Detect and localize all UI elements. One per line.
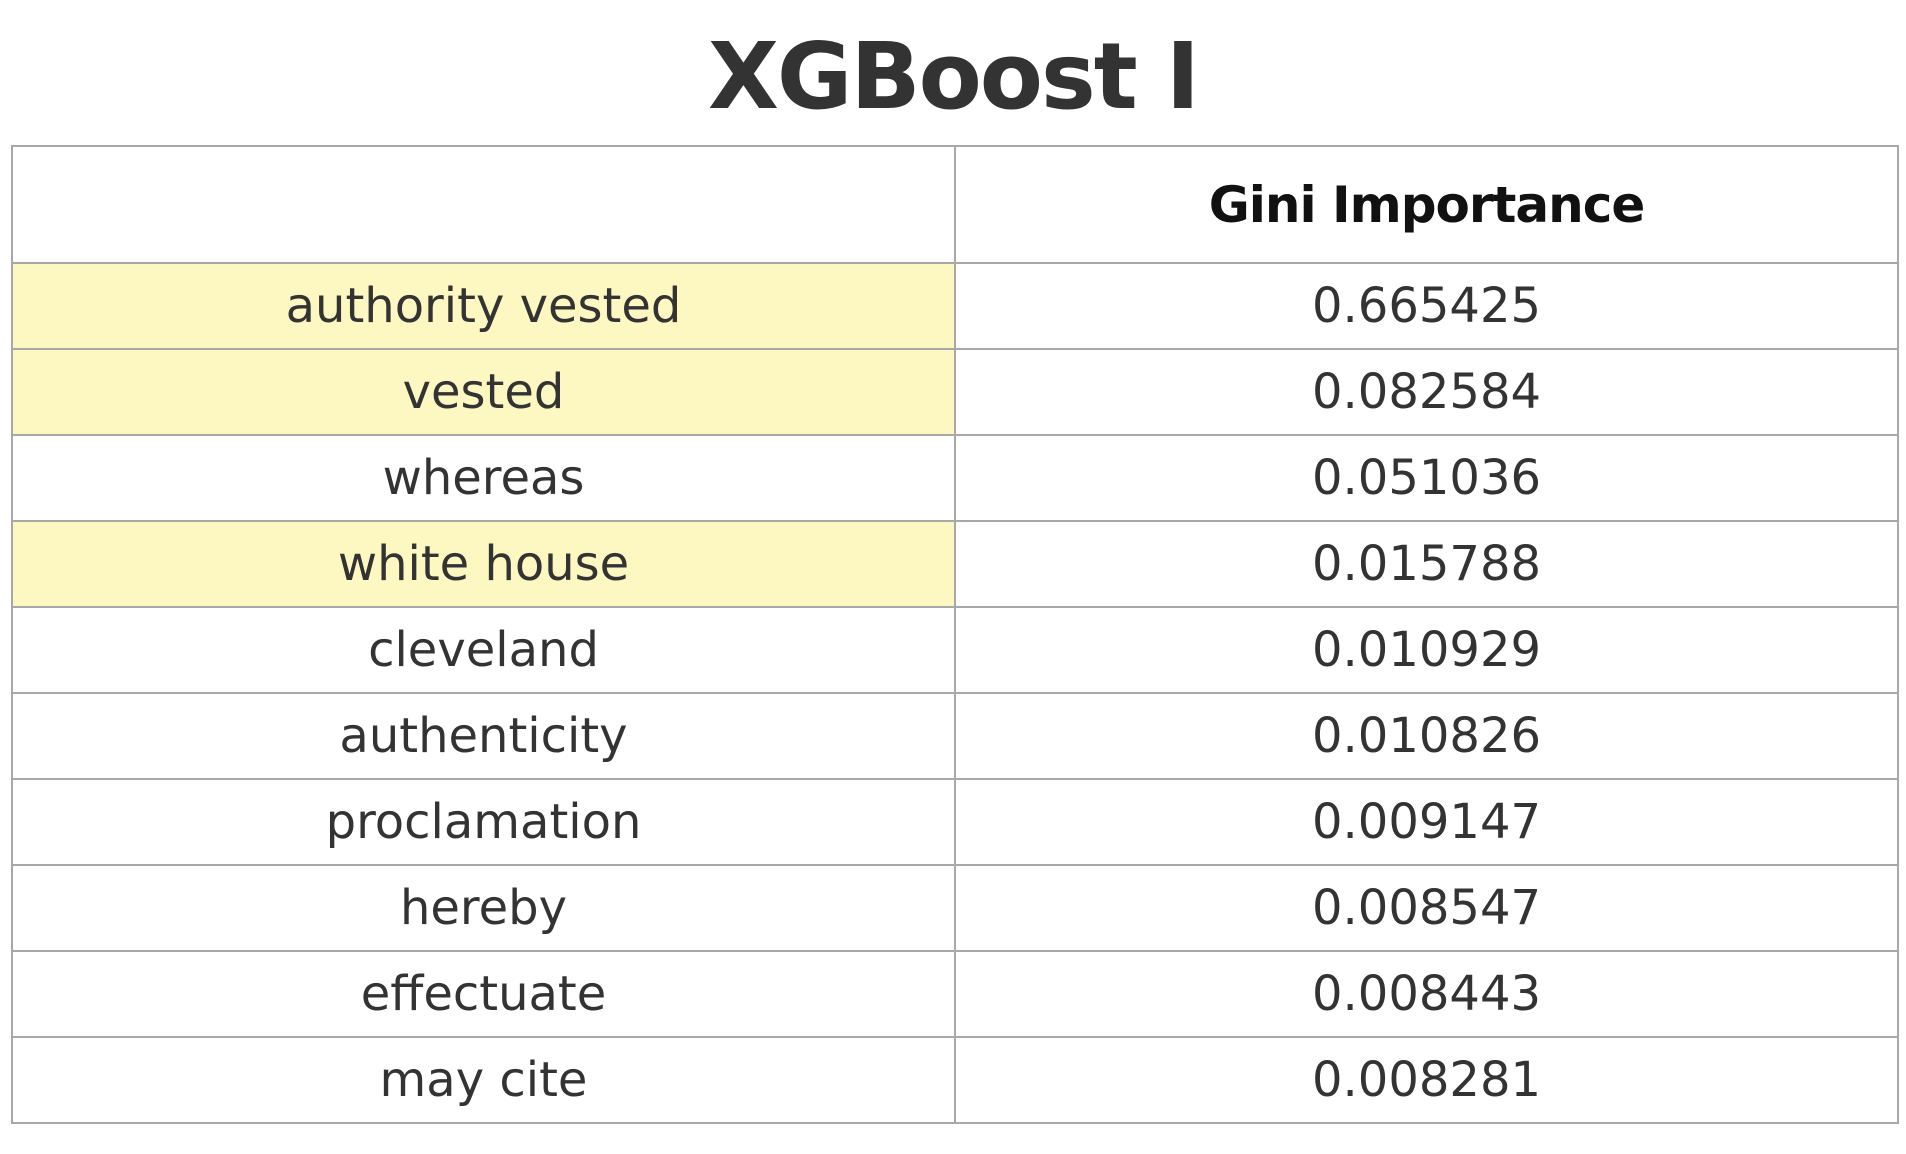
feature-cell: proclamation [11,778,956,866]
table-row: vested 0.082584 [11,348,1899,436]
table-body: authority vested 0.665425 vested 0.082584 wh… [11,262,1899,1124]
gini-importance-cell: 0.051036 [954,434,1899,522]
table-header: Gini Importance [11,145,1899,264]
feature-cell: whereas [11,434,956,522]
table-row: authority vested 0.665425 [11,262,1899,350]
table-row: may cite 0.008281 [11,1036,1899,1124]
feature-cell: cleveland [11,606,956,694]
feature-cell: authenticity [11,692,956,780]
table-row: hereby 0.008547 [11,864,1899,952]
table-row: effectuate 0.008443 [11,950,1899,1038]
gini-importance-cell: 0.082584 [954,348,1899,436]
table-row: authenticity 0.010826 [11,692,1899,780]
header-feature [11,145,956,264]
feature-cell: vested [11,348,956,436]
feature-cell: effectuate [11,950,956,1038]
feature-cell: authority vested [11,262,956,350]
table-row: cleveland 0.010929 [11,606,1899,694]
feature-cell: white house [11,520,956,608]
importance-table: Gini Importance authority vested 0.665425… [11,145,1899,1124]
table-row: white house 0.015788 [11,520,1899,608]
header-row: Gini Importance [11,145,1899,264]
gini-importance-cell: 0.008443 [954,950,1899,1038]
feature-cell: hereby [11,864,956,952]
chart-title: XGBoost I [708,23,1200,130]
header-gini-importance: Gini Importance [954,145,1899,264]
table-row: proclamation 0.009147 [11,778,1899,866]
gini-importance-cell: 0.008547 [954,864,1899,952]
feature-cell: may cite [11,1036,956,1124]
table-row: whereas 0.051036 [11,434,1899,522]
gini-importance-cell: 0.009147 [954,778,1899,866]
gini-importance-cell: 0.008281 [954,1036,1899,1124]
gini-importance-cell: 0.010929 [954,606,1899,694]
gini-importance-cell: 0.010826 [954,692,1899,780]
gini-importance-cell: 0.665425 [954,262,1899,350]
gini-importance-cell: 0.015788 [954,520,1899,608]
